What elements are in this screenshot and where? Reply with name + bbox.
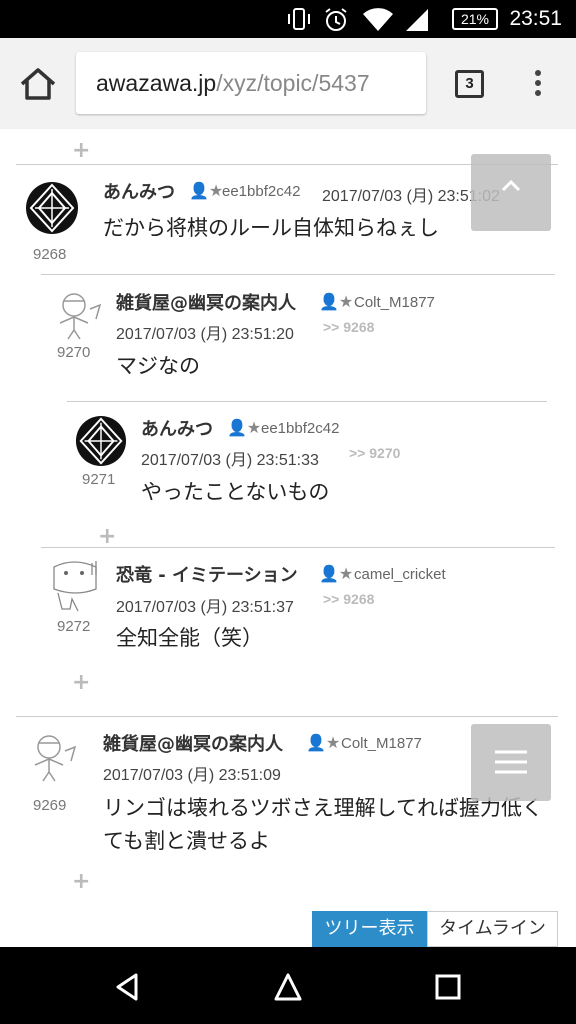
- alarm-icon: [325, 8, 347, 31]
- url-path: /xyz/topic/5437: [216, 70, 370, 96]
- post-body: 全知全能（笑）: [116, 626, 263, 650]
- home-icon[interactable]: [18, 66, 58, 102]
- timeline-tab[interactable]: タイムライン: [427, 911, 558, 947]
- chevron-up-icon: [501, 179, 521, 192]
- post-author[interactable]: 雑貨屋@幽冥の案内人: [103, 730, 283, 756]
- user-star-icon: 👤★: [227, 418, 262, 437]
- wifi-icon: [363, 8, 393, 31]
- reply-link[interactable]: >> 9270: [349, 445, 400, 461]
- avatar: [26, 182, 78, 234]
- reply-link[interactable]: >> 9268: [323, 591, 374, 607]
- post-number[interactable]: 9268: [33, 246, 66, 263]
- expand-button[interactable]: +: [72, 869, 90, 894]
- post-body: やったことないもの: [141, 480, 330, 504]
- user-id[interactable]: ee1bbf2c42: [222, 183, 300, 200]
- user-star-icon: 👤★: [306, 733, 341, 752]
- post-date: 2017/07/03 (月) 23:51:09: [103, 767, 281, 784]
- user-star-icon: 👤★: [189, 181, 224, 200]
- system-nav-bar: [0, 947, 576, 1024]
- browser-toolbar: awazawa.jp/xyz/topic/5437 3: [0, 38, 576, 129]
- back-icon[interactable]: [112, 972, 142, 1002]
- post-number[interactable]: 9270: [57, 344, 90, 361]
- post-number[interactable]: 9269: [33, 797, 66, 814]
- tab-switcher-button[interactable]: 3: [455, 70, 484, 98]
- post-author[interactable]: 雑貨屋@幽冥の案内人: [116, 289, 296, 315]
- post-number[interactable]: 9271: [82, 471, 115, 488]
- vibrate-icon: [288, 8, 310, 30]
- thread-view[interactable]: + 9268 あんみつ 👤★ ee1bbf2c42 2017/07/03 (月)…: [0, 129, 576, 947]
- url-bar[interactable]: awazawa.jp/xyz/topic/5437: [76, 52, 426, 114]
- home-nav-icon[interactable]: [272, 971, 304, 1003]
- clock: 23:51: [509, 7, 562, 30]
- avatar: [34, 735, 77, 782]
- post-author[interactable]: 恐竜 - イミテーション: [116, 561, 298, 587]
- avatar: [53, 561, 97, 612]
- expand-button[interactable]: +: [72, 670, 90, 695]
- post-date: 2017/07/03 (月) 23:51:33: [141, 452, 319, 469]
- expand-button[interactable]: +: [72, 138, 90, 163]
- menu-button[interactable]: [471, 724, 551, 801]
- user-id[interactable]: Colt_M1877: [354, 294, 435, 311]
- url-host: awazawa.jp: [96, 70, 217, 96]
- post-date: 2017/07/03 (月) 23:51:20: [116, 326, 294, 343]
- overflow-menu-icon[interactable]: [532, 70, 544, 100]
- post-date: 2017/07/03 (月) 23:51:37: [116, 599, 294, 616]
- battery-indicator: 21%: [452, 8, 498, 30]
- post-body: だから将棋のルール自体知らねぇし: [103, 216, 439, 240]
- post-number[interactable]: 9272: [57, 618, 90, 635]
- user-star-icon: 👤★: [319, 292, 354, 311]
- user-id[interactable]: ee1bbf2c42: [261, 420, 339, 437]
- reply-link[interactable]: >> 9268: [323, 319, 374, 335]
- tree-view-tab[interactable]: ツリー表示: [312, 911, 427, 947]
- user-star-icon: 👤★: [319, 564, 354, 583]
- post-author[interactable]: あんみつ: [141, 415, 213, 441]
- post-body: マジなの: [116, 354, 200, 378]
- user-id[interactable]: camel_cricket: [354, 566, 446, 583]
- user-id[interactable]: Colt_M1877: [341, 735, 422, 752]
- avatar: [59, 293, 102, 340]
- recents-icon[interactable]: [434, 973, 462, 1001]
- status-bar: 21% 23:51: [0, 0, 576, 38]
- avatar: [75, 415, 127, 467]
- post-body: リンゴは壊れるツボさえ理解してれば握力低くても割と潰せるよ: [103, 796, 543, 853]
- expand-button[interactable]: +: [98, 524, 116, 549]
- scroll-top-button[interactable]: [471, 154, 551, 231]
- hamburger-icon: [495, 750, 527, 774]
- signal-icon: [406, 9, 428, 31]
- post-author[interactable]: あんみつ: [103, 178, 175, 204]
